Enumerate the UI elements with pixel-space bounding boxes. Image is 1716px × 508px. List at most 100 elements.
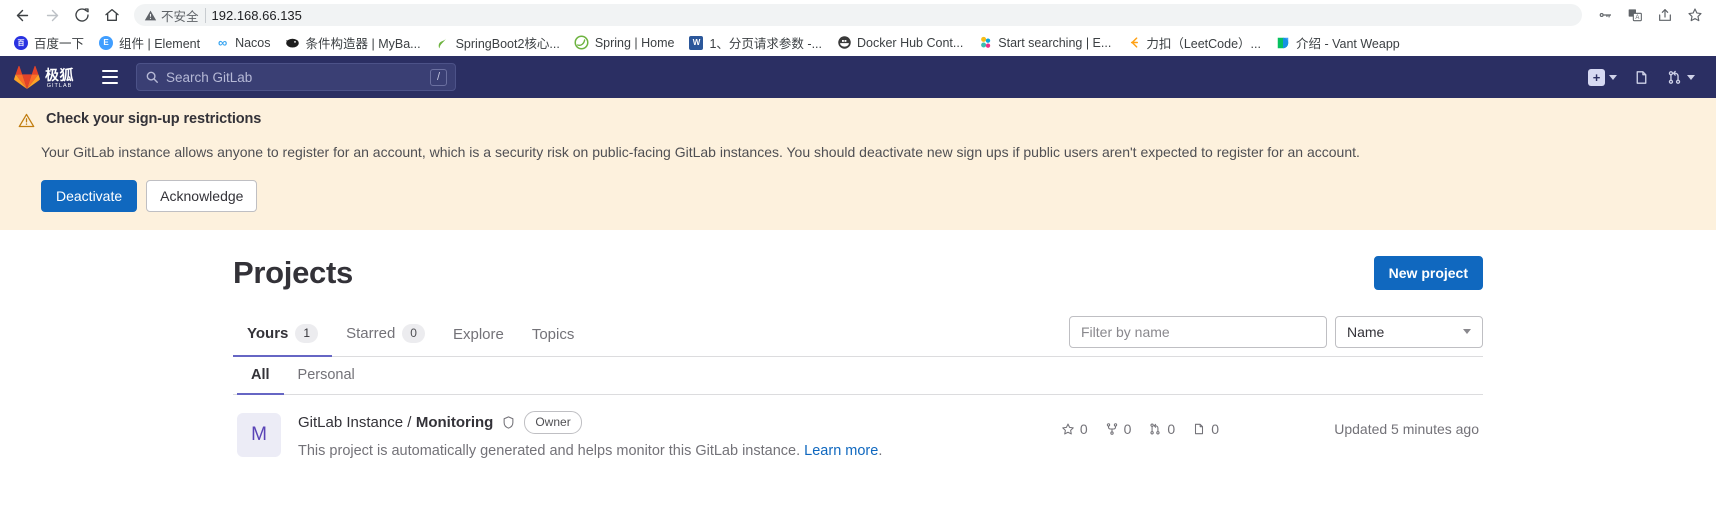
description-suffix: .	[878, 443, 883, 460]
bookmark-item[interactable]: 力扣（LeetCode）...	[1118, 31, 1268, 54]
create-new-menu[interactable]: +	[1581, 62, 1624, 92]
gitlab-fox-icon	[14, 65, 40, 89]
bookmark-item[interactable]: ∞ Nacos	[207, 33, 277, 53]
projects-filters: Name	[1069, 315, 1483, 354]
reload-icon[interactable]	[68, 1, 96, 29]
merge-request-icon	[1150, 423, 1161, 435]
tab-label: Topics	[531, 326, 575, 344]
bookmark-label: 条件构造器 | MyBa...	[305, 37, 421, 51]
bookmark-item[interactable]: 百 百度一下	[6, 31, 91, 54]
tab-label: Explore	[452, 326, 504, 344]
learn-more-link[interactable]: Learn more	[804, 443, 878, 459]
vant-favicon	[1275, 35, 1291, 51]
issues-icon	[1195, 423, 1204, 435]
avatar: M	[237, 413, 281, 458]
projects-subtabs: All Personal	[233, 357, 1483, 396]
tab-badge: 1	[295, 323, 319, 344]
subtab-all[interactable]: All	[237, 357, 284, 396]
subtab-personal[interactable]: Personal	[284, 357, 369, 395]
search-shortcut-key: /	[430, 68, 447, 86]
home-icon[interactable]	[98, 1, 126, 29]
project-description-text: This project is automatically generated …	[298, 443, 801, 460]
share-icon[interactable]	[1652, 2, 1678, 28]
alert-body: Your GitLab instance allows anyone to re…	[41, 144, 1360, 160]
chevron-down-icon	[1609, 74, 1617, 80]
bookmark-item[interactable]: Spring | Home	[567, 33, 682, 53]
stat-forks[interactable]: 0	[1105, 420, 1132, 437]
bookmark-item[interactable]: Docker Hub Cont...	[829, 33, 970, 53]
hamburger-icon[interactable]	[96, 63, 124, 91]
elastic-favicon	[977, 35, 993, 51]
acknowledge-button[interactable]: Acknowledge	[146, 179, 258, 212]
stat-merge-requests[interactable]: 0	[1148, 421, 1175, 437]
gitlab-brand: 极狐 GITLAB	[45, 68, 74, 90]
mybatis-favicon	[285, 35, 301, 51]
key-icon[interactable]	[1592, 2, 1618, 28]
bookmark-label: Spring | Home	[594, 35, 675, 50]
translate-icon[interactable]: A	[1622, 2, 1648, 28]
bookmark-label: 百度一下	[34, 37, 85, 51]
tab-badge: 0	[402, 323, 425, 344]
stat-value: 0	[1167, 420, 1176, 437]
page-header: Projects New project	[233, 255, 1483, 313]
bookmark-label: 1、分页请求参数 -...	[709, 37, 822, 51]
browser-toolbar: 不安全 192.168.66.135 A	[0, 0, 1716, 30]
back-arrow-icon[interactable]	[8, 1, 36, 29]
browser-toolbar-actions: A	[1592, 2, 1708, 28]
tab-topics[interactable]: Topics	[518, 315, 589, 357]
issues-link[interactable]	[1626, 62, 1657, 92]
bookmark-item[interactable]: E 组件 | Element	[91, 31, 207, 54]
chevron-down-icon	[1687, 74, 1695, 80]
bookmark-item[interactable]: 条件构造器 | MyBa...	[278, 31, 428, 54]
filter-by-name-input[interactable]	[1069, 315, 1327, 348]
search-placeholder: Search GitLab	[166, 69, 253, 85]
star-icon	[1062, 423, 1074, 435]
warning-triangle-icon	[144, 10, 157, 20]
alert-actions: Deactivate Acknowledge	[41, 179, 1716, 212]
docker-favicon	[836, 35, 852, 51]
project-full-name[interactable]: GitLab Instance / Monitoring	[298, 414, 493, 432]
bookmark-label: Docker Hub Cont...	[857, 35, 964, 50]
search-icon	[146, 71, 158, 83]
bookmark-item[interactable]: W 1、分页请求参数 -...	[681, 31, 829, 54]
new-project-button[interactable]: New project	[1373, 255, 1483, 290]
springboot-favicon	[435, 35, 451, 51]
bookmark-item[interactable]: SpringBoot2核心...	[428, 31, 567, 54]
merge-requests-menu[interactable]	[1659, 62, 1702, 92]
address-bar[interactable]: 不安全 192.168.66.135	[134, 4, 1582, 26]
tab-starred[interactable]: Starred 0	[332, 313, 439, 358]
tab-label: Starred	[346, 325, 396, 343]
bookmark-item[interactable]: 介绍 - Vant Weapp	[1268, 31, 1407, 54]
deactivate-button[interactable]: Deactivate	[41, 179, 138, 212]
sort-select[interactable]: Name	[1335, 315, 1483, 348]
stat-value: 0	[1211, 420, 1219, 437]
baidu-favicon: 百	[13, 35, 29, 51]
main-content: Projects New project Yours 1 Starred 0 E…	[0, 229, 1716, 479]
security-warning[interactable]: 不安全	[144, 6, 199, 25]
stat-stars[interactable]: 0	[1061, 421, 1088, 437]
bookmark-label: 组件 | Element	[119, 37, 201, 51]
project-list-item[interactable]: M GitLab Instance / Monitoring Owner Thi…	[233, 395, 1483, 478]
navbar-right-actions: +	[1581, 62, 1702, 92]
bookmarks-bar: 百 百度一下 E 组件 | Element ∞ Nacos 条件构造器 | My…	[0, 30, 1716, 56]
stat-issues[interactable]: 0	[1192, 421, 1219, 437]
alert-title: Check your sign-up restrictions	[46, 111, 262, 127]
bookmark-item[interactable]: Start searching | E...	[970, 33, 1118, 53]
stat-value: 0	[1123, 420, 1132, 437]
gitlab-navbar: 极狐 GITLAB Search GitLab / +	[0, 56, 1716, 98]
nacos-favicon: ∞	[217, 35, 227, 50]
project-updated-time: Updated 5 minutes ago	[1334, 421, 1479, 438]
tab-explore[interactable]: Explore	[439, 315, 518, 357]
merge-request-icon	[1668, 70, 1681, 84]
forward-arrow-icon[interactable]	[38, 1, 66, 29]
bookmark-label: Nacos	[235, 35, 271, 50]
star-icon[interactable]	[1682, 2, 1708, 28]
brand-cn-label: 极狐	[45, 67, 74, 83]
gitlab-logo[interactable]: 极狐 GITLAB	[14, 65, 84, 90]
project-info: GitLab Instance / Monitoring Owner This …	[298, 411, 918, 462]
project-stats: 0 0 0 0	[1061, 421, 1219, 437]
project-stats-area: 0 0 0 0 Updated 5 minutes ago	[1061, 411, 1479, 437]
tab-yours[interactable]: Yours 1	[233, 313, 333, 358]
search-input[interactable]: Search GitLab /	[136, 63, 456, 91]
issues-icon	[1636, 70, 1647, 84]
